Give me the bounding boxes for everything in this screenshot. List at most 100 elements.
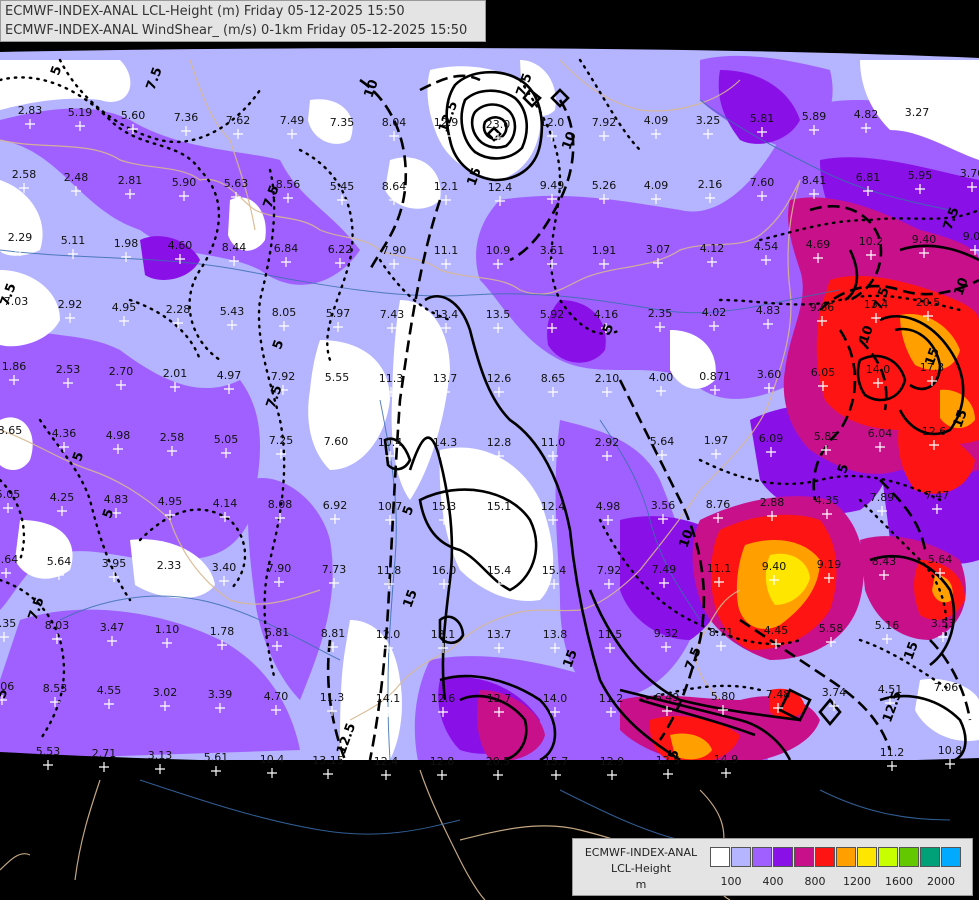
station-value: 12.6 [922, 425, 947, 438]
station-value: 2.92 [58, 298, 83, 311]
station-value: 3.13 [148, 749, 173, 762]
legend-unit: m [635, 878, 647, 891]
station-value: 14.0 [866, 363, 891, 376]
station-value: 20.5 [916, 296, 941, 309]
station-value: 4.45 [764, 624, 789, 637]
station-value: 12.8 [487, 436, 512, 449]
station-value: 11.3 [379, 372, 404, 385]
station-value: 10.7 [378, 500, 403, 513]
station-value: 3.65 [0, 424, 22, 437]
station-value: 12.4 [488, 181, 513, 194]
legend-swatch [773, 847, 793, 867]
station-value: 5.55 [325, 371, 350, 384]
station-value: 2.10 [595, 372, 620, 385]
station-value: 11.0 [541, 436, 566, 449]
title-lcl-height: ECMWF-INDEX-ANAL LCL-Height (m) Friday 0… [5, 4, 405, 19]
station-value: 7.35 [330, 116, 355, 129]
station-value: 4.36 [52, 427, 77, 440]
station-value: 2.33 [157, 559, 182, 572]
station-value: 6.81 [265, 626, 290, 639]
station-value: 4.83 [756, 304, 781, 317]
station-value: 12.9 [600, 755, 625, 768]
station-value: 1.78 [210, 625, 235, 638]
station-value: 2.35 [648, 307, 673, 320]
station-value: 6.35 [0, 617, 16, 630]
station-value: 16.0 [432, 564, 457, 577]
legend-swatch [794, 847, 814, 867]
station-value: 6.04 [868, 427, 893, 440]
station-value: 5.16 [875, 619, 900, 632]
legend-swatch [731, 847, 751, 867]
station-value: 4.12 [700, 242, 725, 255]
station-value: 4.70 [264, 690, 289, 703]
station-value: 12.6 [431, 692, 456, 705]
station-value: 13.7 [487, 628, 512, 641]
station-value: 4.60 [168, 239, 193, 252]
station-value: 5.95 [908, 169, 933, 182]
station-value: 1.86 [2, 360, 27, 373]
station-value: 3.02 [153, 686, 178, 699]
station-value: 7.62 [226, 114, 251, 127]
station-value: 2.92 [595, 436, 620, 449]
station-value: 9.19 [817, 558, 842, 571]
station-value: 4.98 [106, 429, 131, 442]
station-value: 7.43 [380, 308, 405, 321]
station-value: 6.81 [856, 171, 881, 184]
station-value: 10.4 [378, 436, 403, 449]
station-value: 5.61 [204, 751, 229, 764]
station-value: 2.58 [160, 431, 185, 444]
station-value: 4.02 [702, 306, 727, 319]
station-value: 7.92 [271, 370, 296, 383]
station-value: 5.43 [220, 305, 245, 318]
station-value: 11.2 [880, 746, 905, 759]
station-value: 5.81 [750, 112, 775, 125]
station-value: 4.14 [213, 497, 238, 510]
station-value: 13.7 [433, 372, 458, 385]
station-value: 8.65 [541, 372, 566, 385]
station-value: 10.8 [938, 744, 963, 757]
station-value: 9.32 [654, 627, 679, 640]
station-value: 7.49 [652, 563, 677, 576]
station-value: 4.09 [644, 114, 669, 127]
station-value: 4.69 [806, 238, 831, 251]
station-value: 2.83 [18, 104, 43, 117]
legend-model: ECMWF-INDEX-ANAL [584, 846, 698, 859]
legend-tick: 1200 [843, 875, 871, 888]
legend-swatch [857, 847, 877, 867]
station-value: 5.92 [540, 308, 565, 321]
station-value: 13.8 [543, 628, 568, 641]
station-value: 13.15 [312, 754, 344, 767]
station-value: 4.09 [644, 179, 669, 192]
station-value: 7.90 [382, 244, 407, 257]
station-value: 2.58 [12, 168, 37, 181]
station-value: 13.4 [434, 308, 459, 321]
station-value: 8.05 [272, 306, 297, 319]
title-windshear: ECMWF-INDEX-ANAL WindShear_ (m/s) 0-1km … [5, 23, 468, 38]
legend-swatch [878, 847, 898, 867]
legend-tick: 400 [762, 875, 784, 888]
station-value: 5.63 [224, 177, 249, 190]
station-value: 4.55 [97, 684, 122, 697]
station-value: 11.1 [434, 244, 459, 257]
station-value: 4.82 [854, 108, 879, 121]
station-value: 4.54 [754, 240, 779, 253]
station-value: 7.36 [174, 111, 199, 124]
station-value: 3.56 [651, 499, 676, 512]
station-value: 3.51 [540, 244, 565, 257]
station-value: 1.98 [114, 237, 139, 250]
station-value: 9.40 [762, 560, 787, 573]
station-value: 4.95 [158, 495, 183, 508]
station-value: 5.90 [172, 176, 197, 189]
station-value: 4.25 [50, 491, 75, 504]
station-value: 14.9 [714, 753, 739, 766]
station-value: 8.71 [709, 626, 734, 639]
legend-tick: 1600 [885, 875, 913, 888]
station-value: 15.3 [432, 500, 457, 513]
station-value: 5.80 [711, 690, 736, 703]
station-value: 5.26 [592, 179, 617, 192]
legend-swatch [920, 847, 940, 867]
station-value: 2.29 [8, 231, 33, 244]
station-value: 5.89 [802, 110, 827, 123]
station-value: 10.2 [859, 235, 884, 248]
station-value: 4.98 [596, 500, 621, 513]
